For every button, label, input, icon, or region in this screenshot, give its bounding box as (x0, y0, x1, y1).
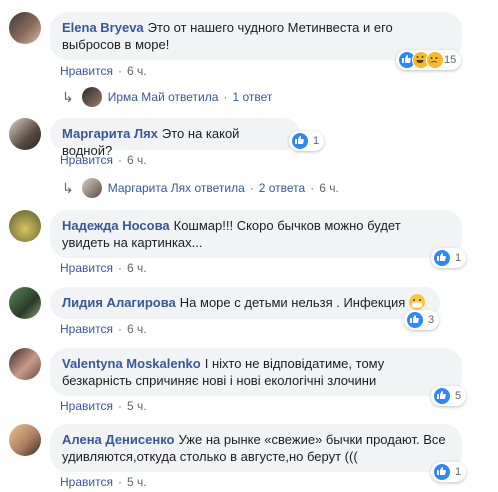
reply-time[interactable]: 6 ч. (319, 181, 339, 195)
separator: · (249, 181, 254, 195)
reaction-summary[interactable]: 1 (431, 462, 467, 482)
separator: · (223, 90, 228, 104)
comment-author[interactable]: Valentyna Moskalenko (62, 356, 201, 371)
replies-link[interactable]: ↳ Ирма Май ответила · 1 ответ (62, 87, 272, 107)
comment-actions: Нравится · 5 ч. (60, 399, 147, 413)
separator: · (117, 261, 122, 275)
like-reaction-icon (406, 311, 424, 329)
like-button[interactable]: Нравится (60, 261, 113, 275)
avatar[interactable] (9, 348, 41, 380)
sad-reaction-icon (426, 51, 444, 69)
comment-time[interactable]: 6 ч. (127, 64, 147, 78)
comment-time[interactable]: 5 ч. (127, 475, 147, 489)
reaction-summary[interactable]: 1 (431, 248, 467, 268)
like-button[interactable]: Нравится (60, 322, 113, 336)
like-button[interactable]: Нравится (60, 153, 113, 167)
like-button[interactable]: Нравится (60, 399, 113, 413)
reaction-count: 1 (455, 252, 462, 264)
avatar[interactable] (9, 12, 41, 44)
replies-link[interactable]: ↳ Маргарита Лях ответила · 2 ответа · 6 … (62, 178, 339, 198)
reaction-count: 15 (444, 54, 457, 66)
comment-actions: Нравится · 5 ч. (60, 475, 147, 489)
reply-arrow-icon: ↳ (62, 179, 74, 196)
comment-author[interactable]: Надежда Носова (62, 218, 170, 233)
comment-time[interactable]: 5 ч. (127, 399, 147, 413)
comment-actions: Нравится · 6 ч. (60, 322, 147, 336)
comment-author[interactable]: Маргарита Лях (62, 126, 158, 141)
avatar (81, 87, 102, 107)
reaction-summary[interactable]: 15 (396, 50, 462, 70)
mask-emoji-icon (408, 294, 425, 310)
reaction-count: 1 (313, 135, 320, 147)
avatar (81, 178, 102, 198)
like-reaction-icon (433, 387, 451, 405)
reaction-count: 5 (455, 390, 462, 402)
like-reaction-icon (433, 463, 451, 481)
comment-bubble: Маргарита Лях Это на какой водной? (50, 118, 300, 158)
separator: · (310, 181, 315, 195)
avatar[interactable] (9, 210, 41, 242)
avatar[interactable] (9, 118, 41, 150)
comment-author[interactable]: Лидия Алагирова (62, 295, 176, 310)
reaction-count: 3 (428, 314, 435, 326)
like-button[interactable]: Нравится (60, 64, 113, 78)
comment-author[interactable]: Алена Денисенко (62, 432, 174, 447)
like-reaction-icon (291, 132, 309, 150)
like-reaction-icon (433, 249, 451, 267)
comment-actions: Нравится · 6 ч. (60, 153, 147, 167)
reply-author[interactable]: Маргарита Лях ответила (108, 181, 245, 195)
like-button[interactable]: Нравится (60, 475, 113, 489)
separator: · (117, 322, 122, 336)
separator: · (117, 399, 122, 413)
comment-bubble: Алена Денисенко Уже на рынке «свежие» быч… (50, 424, 462, 472)
comment-time[interactable]: 6 ч. (127, 153, 147, 167)
comment-bubble: Надежда Носова Кошмар!!! Скоро бычков мож… (50, 210, 462, 258)
avatar[interactable] (9, 424, 41, 456)
reply-author[interactable]: Ирма Май ответила (108, 90, 219, 104)
separator: · (117, 475, 122, 489)
comment-bubble: Лидия Алагирова На море с детьми нельзя .… (50, 287, 440, 319)
separator: · (117, 153, 122, 167)
comment-time[interactable]: 6 ч. (127, 261, 147, 275)
comment-time[interactable]: 6 ч. (127, 322, 147, 336)
reply-count[interactable]: 2 ответа (259, 181, 305, 195)
avatar[interactable] (9, 287, 41, 319)
separator: · (117, 64, 122, 78)
reply-arrow-icon: ↳ (62, 88, 74, 105)
reply-count[interactable]: 1 ответ (232, 90, 272, 104)
comment-bubble: Valentyna Moskalenko І ніхто не відповіда… (50, 348, 462, 396)
comment-actions: Нравится · 6 ч. (60, 64, 147, 78)
reaction-summary[interactable]: 3 (404, 310, 440, 330)
reaction-count: 1 (455, 466, 462, 478)
comment-text: На море с детьми нельзя . Инфекция (179, 295, 406, 310)
comment-actions: Нравится · 6 ч. (60, 261, 147, 275)
reaction-summary[interactable]: 1 (289, 131, 325, 151)
reaction-summary[interactable]: 5 (431, 386, 467, 406)
comment-author[interactable]: Elena Bryeva (62, 20, 144, 35)
